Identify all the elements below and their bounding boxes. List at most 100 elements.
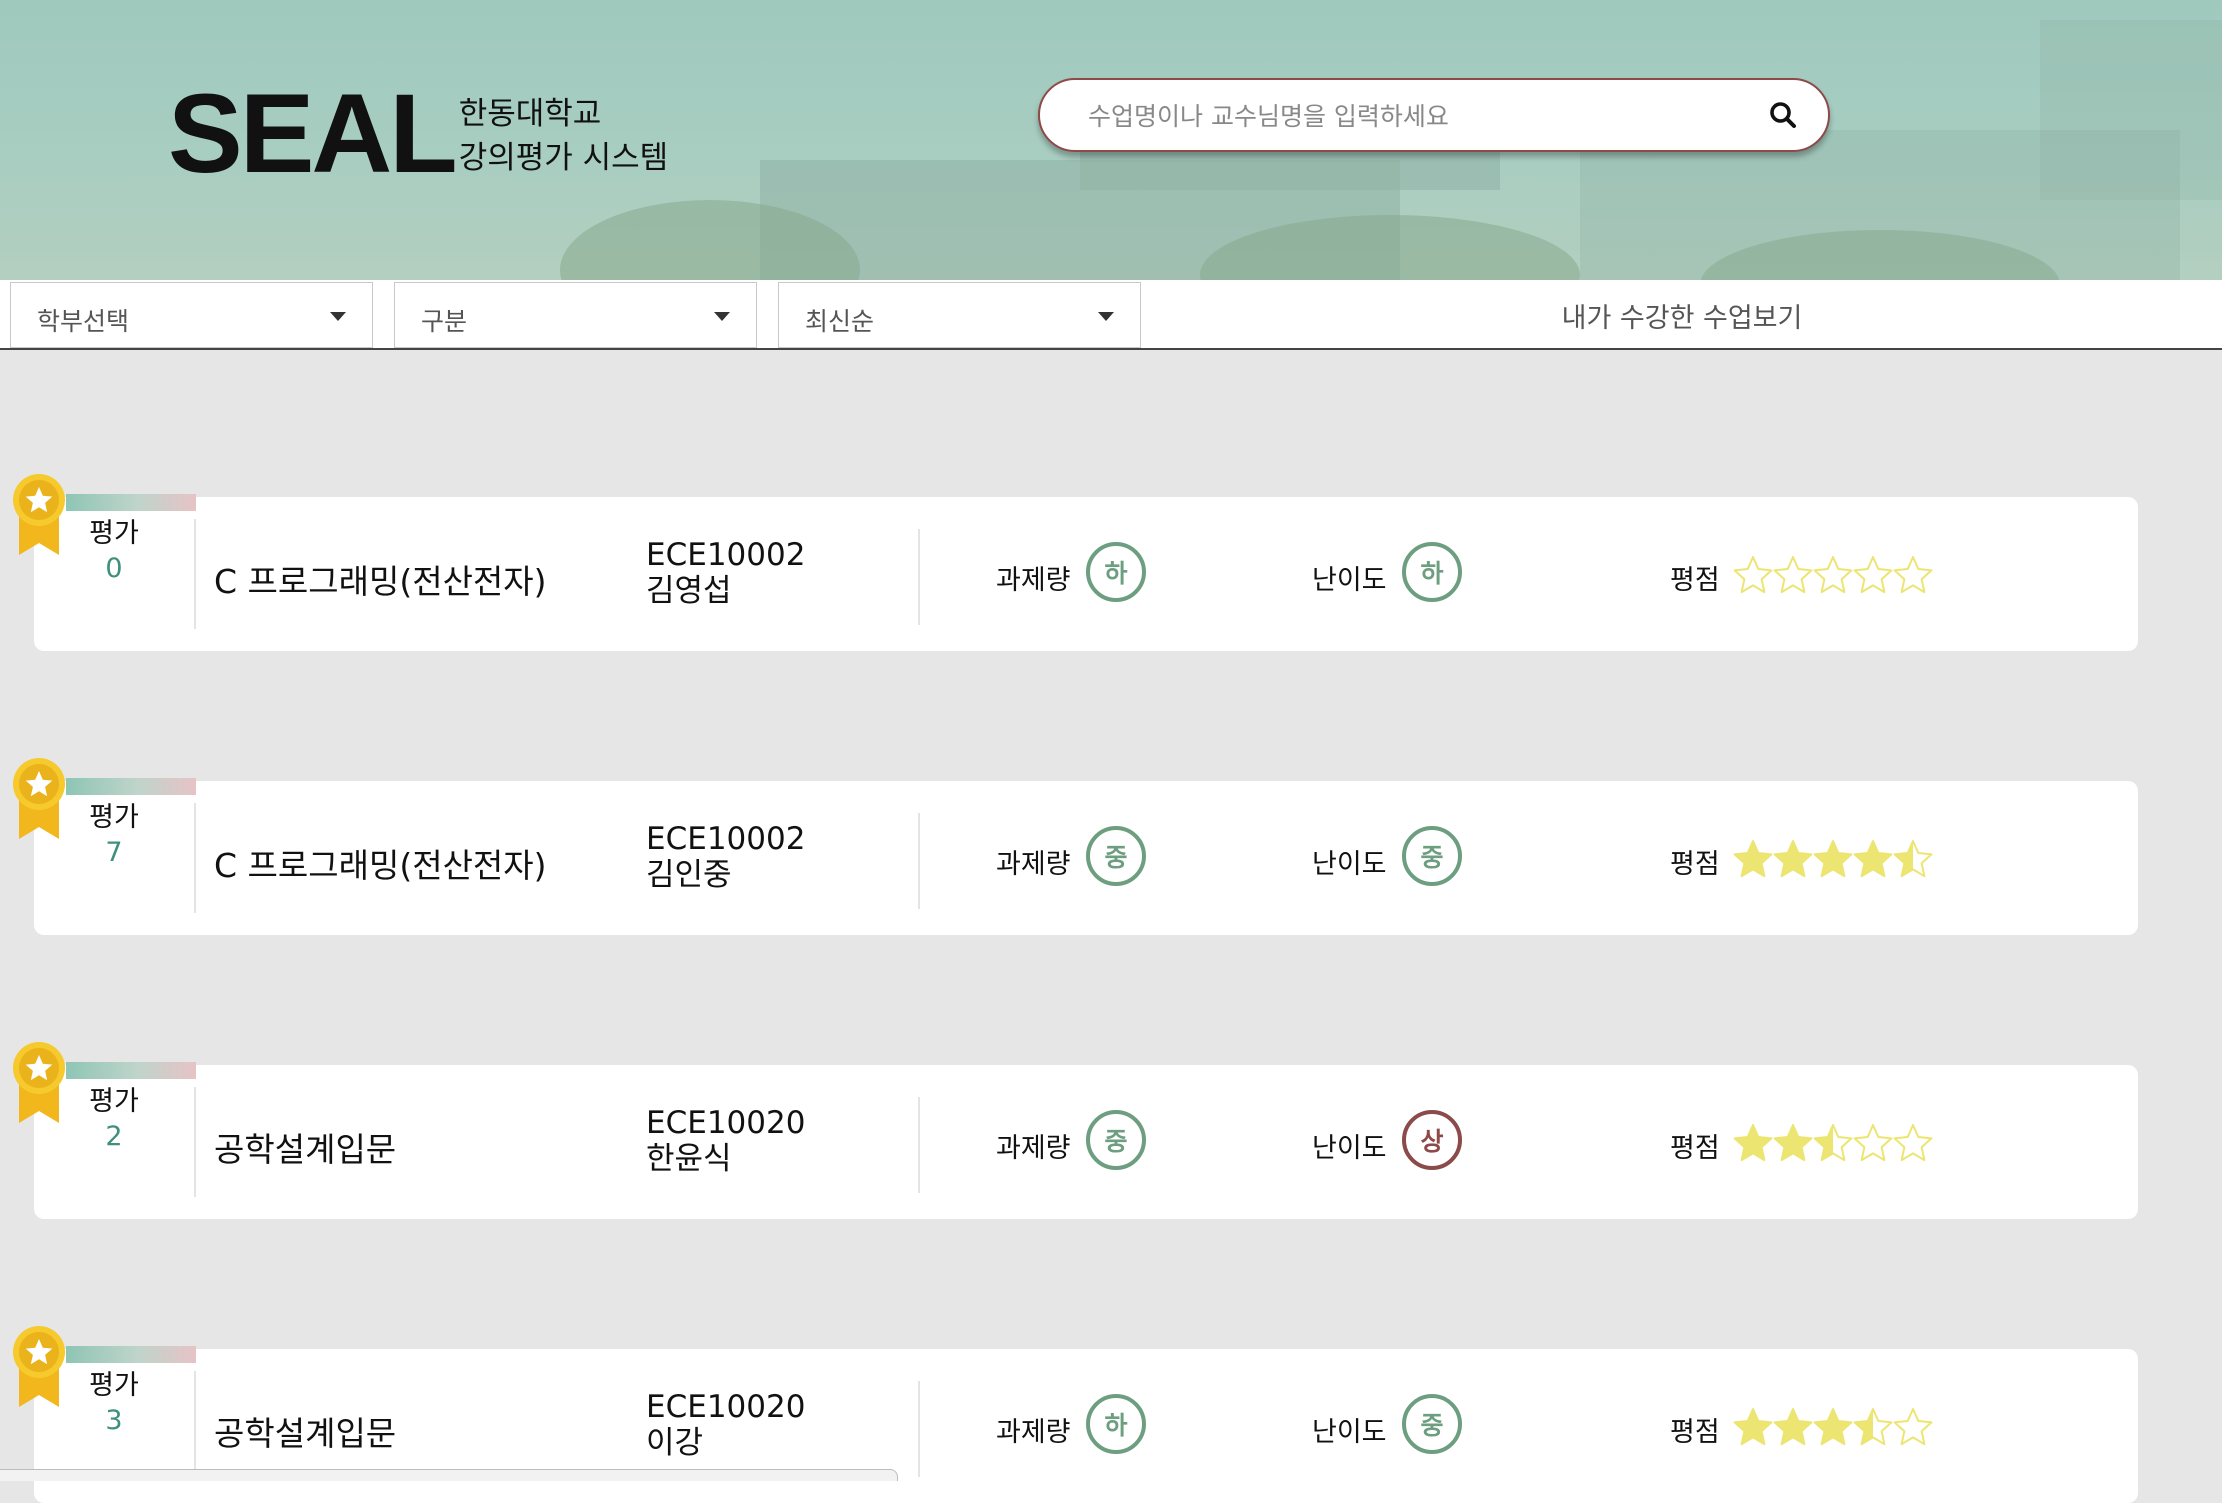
search-input[interactable] bbox=[1086, 90, 1730, 142]
eval-count-block: 평가 0 bbox=[34, 517, 194, 587]
eval-count: 2 bbox=[105, 1121, 123, 1152]
department-dropdown-label: 학부선택 bbox=[37, 307, 130, 336]
department-dropdown[interactable]: 학부선택 bbox=[10, 282, 373, 348]
header-banner: SEAL 한동대학교 강의평가 시스템 bbox=[0, 0, 2222, 280]
star-empty-icon bbox=[1773, 556, 1813, 594]
rating-stars bbox=[1733, 555, 1933, 595]
star-filled-icon bbox=[1813, 840, 1853, 878]
star-half-icon bbox=[1853, 1408, 1893, 1446]
course-name: 공학설계입문 bbox=[214, 1130, 397, 1169]
eval-count-block: 평가 2 bbox=[34, 1085, 194, 1155]
rating-stars bbox=[1733, 839, 1933, 879]
eval-label: 평가 bbox=[89, 1370, 139, 1401]
workload-badge: 중 bbox=[1086, 826, 1146, 886]
search-icon[interactable] bbox=[1768, 100, 1798, 130]
rating-label: 평점 bbox=[1670, 849, 1720, 880]
star-filled-icon bbox=[1773, 1124, 1813, 1162]
course-code: ECE10020 bbox=[646, 1105, 806, 1141]
star-filled-icon bbox=[1733, 840, 1773, 878]
eval-count-block: 평가 3 bbox=[34, 1369, 194, 1439]
category-dropdown-label: 구분 bbox=[421, 307, 468, 336]
workload-badge: 하 bbox=[1086, 542, 1146, 602]
difficulty-label: 난이도 bbox=[1312, 565, 1387, 596]
eval-count: 3 bbox=[105, 1405, 123, 1436]
eval-count: 7 bbox=[105, 837, 123, 868]
star-half-icon bbox=[1893, 840, 1933, 878]
divider bbox=[194, 1371, 196, 1481]
card-accent-strip bbox=[66, 1062, 196, 1079]
course-name: C 프로그래밍(전산전자) bbox=[214, 562, 547, 601]
card-accent-strip bbox=[66, 1346, 196, 1363]
my-courses-button[interactable]: 내가 수강한 수업보기 bbox=[1142, 282, 2222, 348]
course-code: ECE10002 bbox=[646, 537, 806, 573]
caret-down-icon bbox=[1098, 312, 1114, 321]
workload-badge: 중 bbox=[1086, 1110, 1146, 1170]
divider bbox=[918, 529, 920, 625]
course-card[interactable]: 평가 0 C 프로그래밍(전산전자) ECE10002 김영섭 과제량 하 난이… bbox=[13, 474, 2138, 651]
eval-count: 0 bbox=[105, 553, 123, 584]
difficulty-label: 난이도 bbox=[1312, 849, 1387, 880]
star-half-icon bbox=[1813, 1124, 1853, 1162]
workload-label: 과제량 bbox=[996, 1133, 1071, 1164]
difficulty-badge: 상 bbox=[1402, 1110, 1462, 1170]
star-filled-icon bbox=[1813, 1408, 1853, 1446]
star-empty-icon bbox=[1813, 556, 1853, 594]
professor-name: 한윤식 bbox=[646, 1141, 732, 1177]
rating-stars bbox=[1733, 1407, 1933, 1447]
background-building bbox=[2040, 20, 2222, 200]
card-accent-strip bbox=[66, 494, 196, 511]
star-filled-icon bbox=[1733, 1408, 1773, 1446]
caret-down-icon bbox=[714, 312, 730, 321]
sort-dropdown[interactable]: 최신순 bbox=[778, 282, 1141, 348]
course-name: C 프로그래밍(전산전자) bbox=[214, 846, 547, 885]
professor-name: 김영섭 bbox=[646, 573, 732, 609]
rating-label: 평점 bbox=[1670, 1133, 1720, 1164]
eval-count-block: 평가 7 bbox=[34, 801, 194, 871]
sort-dropdown-label: 최신순 bbox=[805, 307, 875, 336]
workload-label: 과제량 bbox=[996, 849, 1071, 880]
star-empty-icon bbox=[1893, 1124, 1933, 1162]
course-code: ECE10020 bbox=[646, 1389, 806, 1425]
course-code: ECE10002 bbox=[646, 821, 806, 857]
star-empty-icon bbox=[1893, 1408, 1933, 1446]
professor-name: 김인중 bbox=[646, 857, 732, 893]
logo-line-2: 강의평가 시스템 bbox=[458, 140, 669, 176]
star-filled-icon bbox=[1773, 1408, 1813, 1446]
site-logo[interactable]: SEAL 한동대학교 강의평가 시스템 bbox=[168, 78, 668, 190]
course-card[interactable]: 평가 2 공학설계입문 ECE10020 한윤식 과제량 중 난이도 상 평점 bbox=[13, 1042, 2138, 1219]
divider bbox=[918, 1097, 920, 1193]
category-dropdown[interactable]: 구분 bbox=[394, 282, 757, 348]
star-empty-icon bbox=[1853, 1124, 1893, 1162]
divider bbox=[918, 813, 920, 909]
logo-line-1: 한동대학교 bbox=[458, 96, 602, 132]
rating-label: 평점 bbox=[1670, 1417, 1720, 1448]
card-accent-strip bbox=[66, 778, 196, 795]
eval-label: 평가 bbox=[89, 518, 139, 549]
caret-down-icon bbox=[330, 312, 346, 321]
difficulty-badge: 하 bbox=[1402, 542, 1462, 602]
divider bbox=[194, 519, 196, 629]
star-empty-icon bbox=[1893, 556, 1933, 594]
course-name: 공학설계입문 bbox=[214, 1414, 397, 1453]
rating-label: 평점 bbox=[1670, 565, 1720, 596]
star-filled-icon bbox=[1773, 840, 1813, 878]
eval-label: 평가 bbox=[89, 802, 139, 833]
search-bar bbox=[1038, 78, 1830, 152]
divider bbox=[194, 1087, 196, 1197]
bottom-panel-edge bbox=[0, 1469, 898, 1481]
difficulty-label: 난이도 bbox=[1312, 1133, 1387, 1164]
star-filled-icon bbox=[1853, 840, 1893, 878]
eval-label: 평가 bbox=[89, 1086, 139, 1117]
star-empty-icon bbox=[1853, 556, 1893, 594]
logo-subtitle: 한동대학교 강의평가 시스템 bbox=[459, 92, 669, 180]
star-empty-icon bbox=[1733, 556, 1773, 594]
workload-label: 과제량 bbox=[996, 565, 1071, 596]
difficulty-label: 난이도 bbox=[1312, 1417, 1387, 1448]
workload-label: 과제량 bbox=[996, 1417, 1071, 1448]
workload-badge: 하 bbox=[1086, 1394, 1146, 1454]
filter-bar: 학부선택 구분 최신순 내가 수강한 수업보기 bbox=[0, 280, 2222, 350]
logo-title: SEAL bbox=[168, 71, 458, 196]
star-filled-icon bbox=[1733, 1124, 1773, 1162]
course-card[interactable]: 평가 7 C 프로그래밍(전산전자) ECE10002 김인중 과제량 중 난이… bbox=[13, 758, 2138, 935]
professor-name: 이강 bbox=[646, 1425, 704, 1461]
